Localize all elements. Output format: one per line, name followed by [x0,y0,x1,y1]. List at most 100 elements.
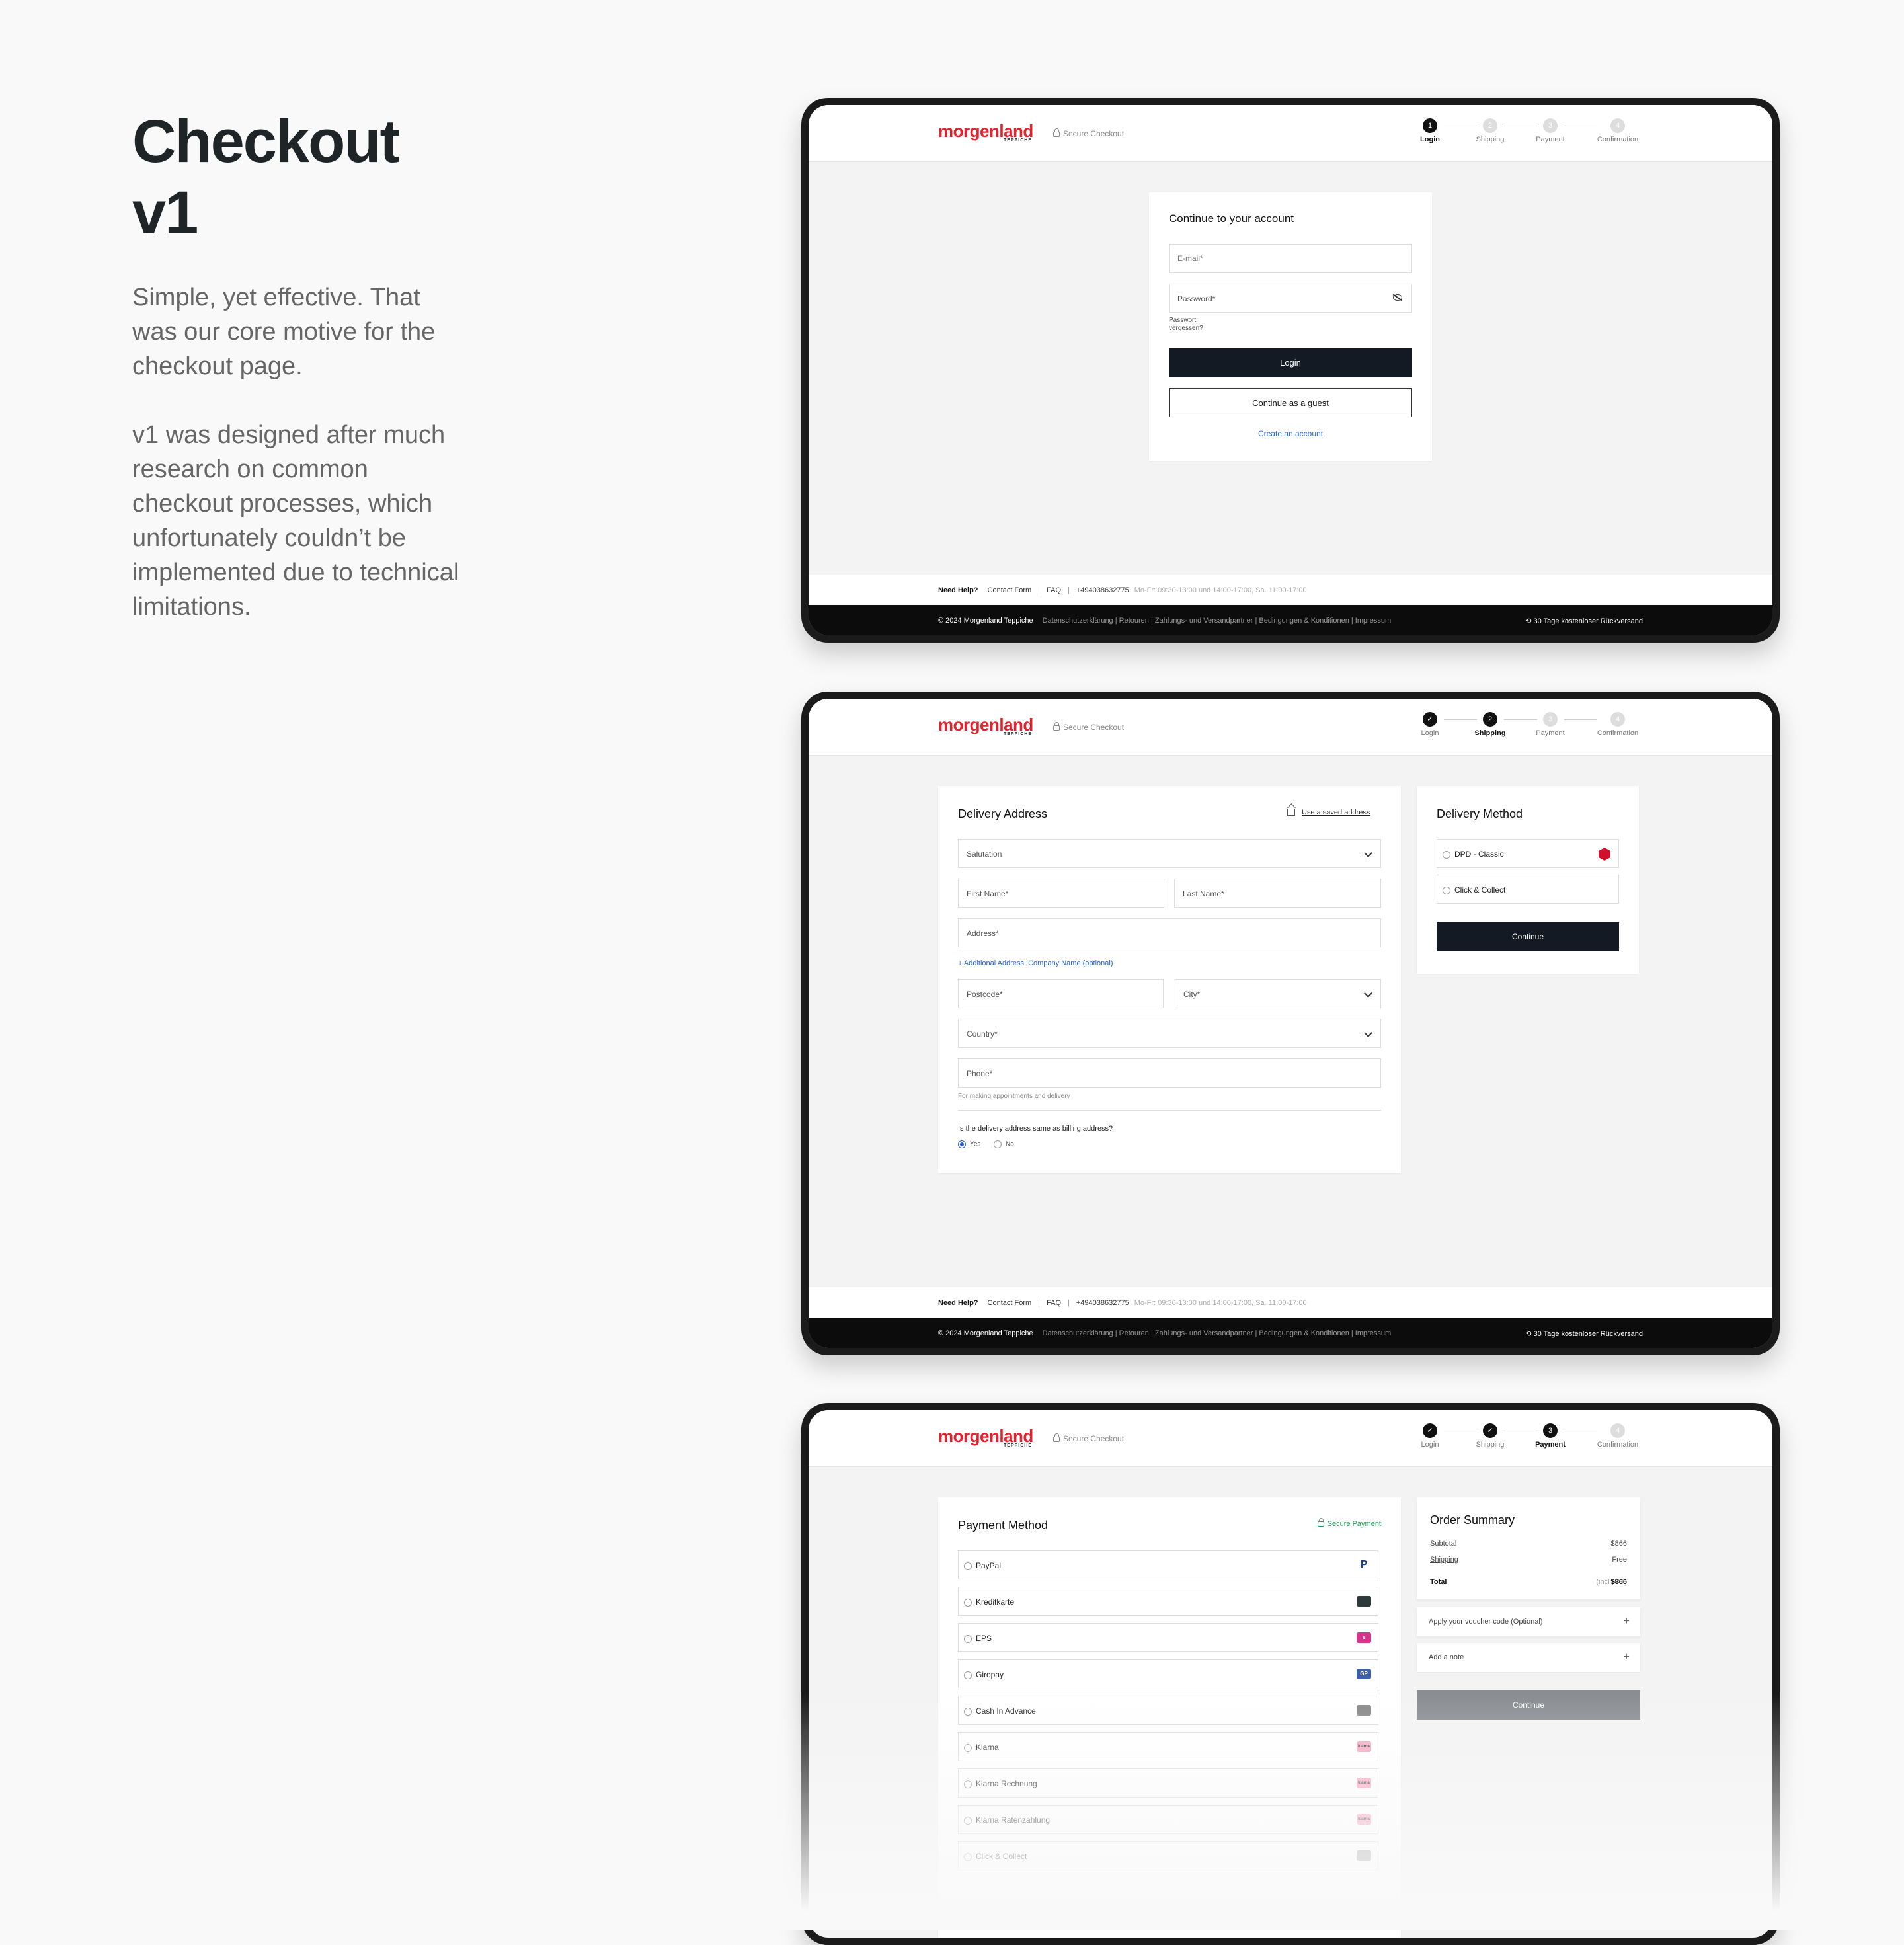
klarna-icon: klarna [1357,1778,1371,1788]
footer-links[interactable]: Datenschutzerklärung | Retouren | Zahlun… [1043,617,1392,625]
phone-link[interactable]: +494038632775 [1076,1299,1129,1307]
footer-links[interactable]: Datenschutzerklärung | Retouren | Zahlun… [1043,1330,1392,1337]
payment-label: Klarna [976,1743,999,1752]
payment-option-klarna-rechnung[interactable]: Klarna Rechnungklarna [958,1768,1378,1798]
step-confirmation: 4Confirmation [1591,712,1644,737]
opening-hours: Mo-Fr: 09:30-13:00 und 14:00-17:00, Sa. … [1134,1299,1307,1307]
create-account-link[interactable]: Create an account [1149,429,1432,438]
step-shipping[interactable]: ✓Shipping [1464,1423,1517,1449]
password-field[interactable]: Password* [1169,284,1412,313]
plus-icon[interactable]: + [1624,1643,1630,1672]
chevron-down-icon [1364,849,1372,857]
billing-no-option[interactable]: No [994,1140,1014,1148]
payment-label: Kreditkarte [976,1597,1014,1607]
radio[interactable] [964,1853,972,1861]
step-login[interactable]: ✓Login [1404,1423,1456,1449]
faq-link[interactable]: FAQ [1047,586,1061,594]
radio[interactable] [964,1562,972,1570]
radio[interactable] [964,1635,972,1643]
need-help-label: Need Help? [938,1299,978,1307]
salutation-select[interactable]: Salutation [958,839,1381,868]
step-payment: 3Payment [1524,1423,1577,1449]
step-number: 1 [1423,118,1437,133]
step-shipping: 2Shipping [1464,118,1517,143]
intro: Checkout v1 Simple, yet effective. That … [132,106,463,624]
click-collect-option[interactable]: Click & Collect [1437,875,1619,904]
step-number: 4 [1610,1423,1625,1438]
radio[interactable] [1443,851,1450,859]
payment-label: Klarna Ratenzahlung [976,1815,1050,1825]
subtotal-value: $866 [1611,1540,1627,1548]
order-summary-card: Order Summary Subtotal$866 ShippingFree … [1417,1497,1640,1599]
step-label: Shipping [1464,729,1517,737]
secure-payment: Secure Payment [1318,1520,1381,1528]
radio-selected[interactable] [958,1140,966,1148]
radio[interactable] [964,1671,972,1679]
continue-button-disabled[interactable]: Continue [1417,1690,1640,1720]
phone-link[interactable]: +494038632775 [1076,586,1129,594]
paypal-icon: P [1357,1560,1371,1570]
login-button[interactable]: Login [1169,348,1412,377]
check-icon: ✓ [1423,1423,1437,1438]
payment-option-cash[interactable]: Cash In Advance [958,1696,1378,1725]
additional-address-link[interactable]: + Additional Address, Company Name (opti… [958,959,1113,967]
shipping-label[interactable]: Shipping [1430,1556,1458,1564]
eye-off-icon[interactable] [1393,294,1402,301]
cash-icon [1357,1705,1371,1716]
payment-label: PayPal [976,1561,1001,1570]
delivery-address-card: Delivery Address Use a saved address Sal… [938,786,1401,1173]
faq-link[interactable]: FAQ [1047,1299,1061,1307]
page-title: Checkout v1 [132,106,463,249]
radio[interactable] [964,1817,972,1825]
country-placeholder: Country* [967,1029,998,1039]
email-field[interactable] [1169,244,1412,273]
add-note-row[interactable]: Add a note+ [1417,1643,1640,1672]
payment-method-card: Payment Method Secure Payment PayPalP Kr… [938,1497,1401,1938]
secure-checkout-label: Secure Checkout [1063,129,1124,138]
voucher-row[interactable]: Apply your voucher code (Optional) + [1417,1607,1640,1636]
radio[interactable] [994,1140,1002,1148]
step-label: Payment [1524,136,1577,143]
continue-button[interactable]: Continue [1437,922,1619,951]
radio[interactable] [964,1780,972,1788]
country-select[interactable]: Country* [958,1019,1381,1048]
use-saved-address-link[interactable]: Use a saved address [1302,809,1370,816]
payment-option-klarna-ratenzahlung[interactable]: Klarna Ratenzahlungklarna [958,1805,1378,1834]
guest-button[interactable]: Continue as a guest [1169,388,1412,417]
help-bar: Need Help?Contact Form|FAQ|+494038632775… [809,575,1772,605]
device-login: morgenland TEPPICHE Secure Checkout 1Log… [801,98,1780,643]
step-label: Shipping [1464,136,1517,143]
check-icon: ✓ [1483,1423,1497,1438]
contact-form-link[interactable]: Contact Form [988,1299,1032,1307]
voucher-label: Apply your voucher code (Optional) [1429,1618,1542,1626]
home-icon [1287,809,1295,816]
radio[interactable] [964,1744,972,1752]
payment-option-klarna[interactable]: Klarnaklarna [958,1732,1378,1761]
phone-hint: For making appointments and delivery [958,1093,1070,1100]
phone-field[interactable]: Phone* [958,1058,1381,1088]
secure-checkout: Secure Checkout [1053,129,1124,138]
billing-yes-option[interactable]: Yes [958,1140,980,1148]
step-login[interactable]: ✓Login [1404,712,1456,737]
radio[interactable] [964,1708,972,1716]
city-select[interactable]: City* [1175,979,1381,1008]
screen-shipping: morgenland TEPPICHE Secure Checkout ✓Log… [809,699,1772,1348]
radio[interactable] [964,1599,972,1607]
last-name-field[interactable]: Last Name* [1174,879,1381,908]
radio[interactable] [1443,887,1450,894]
forgot-password-link[interactable]: Passwort vergessen? [1169,317,1215,333]
contact-form-link[interactable]: Contact Form [988,586,1032,594]
need-help-label: Need Help? [938,586,978,594]
dpd-option[interactable]: DPD - Classic [1437,839,1619,868]
login-card: Continue to your account Password* Passw… [1149,192,1432,461]
address-field[interactable]: Address* [958,918,1381,947]
payment-option-giropay[interactable]: GiropayGP [958,1659,1378,1688]
payment-option-paypal[interactable]: PayPal P [958,1550,1378,1579]
payment-option-kreditkarte[interactable]: Kreditkarte [958,1587,1378,1616]
payment-option-click-collect[interactable]: Click & Collect [958,1841,1378,1870]
postcode-field[interactable]: Postcode* [958,979,1164,1008]
first-name-field[interactable]: First Name* [958,879,1164,908]
separator: | [1038,1299,1040,1307]
payment-option-eps[interactable]: EPSe [958,1623,1378,1652]
plus-icon[interactable]: + [1624,1607,1630,1636]
